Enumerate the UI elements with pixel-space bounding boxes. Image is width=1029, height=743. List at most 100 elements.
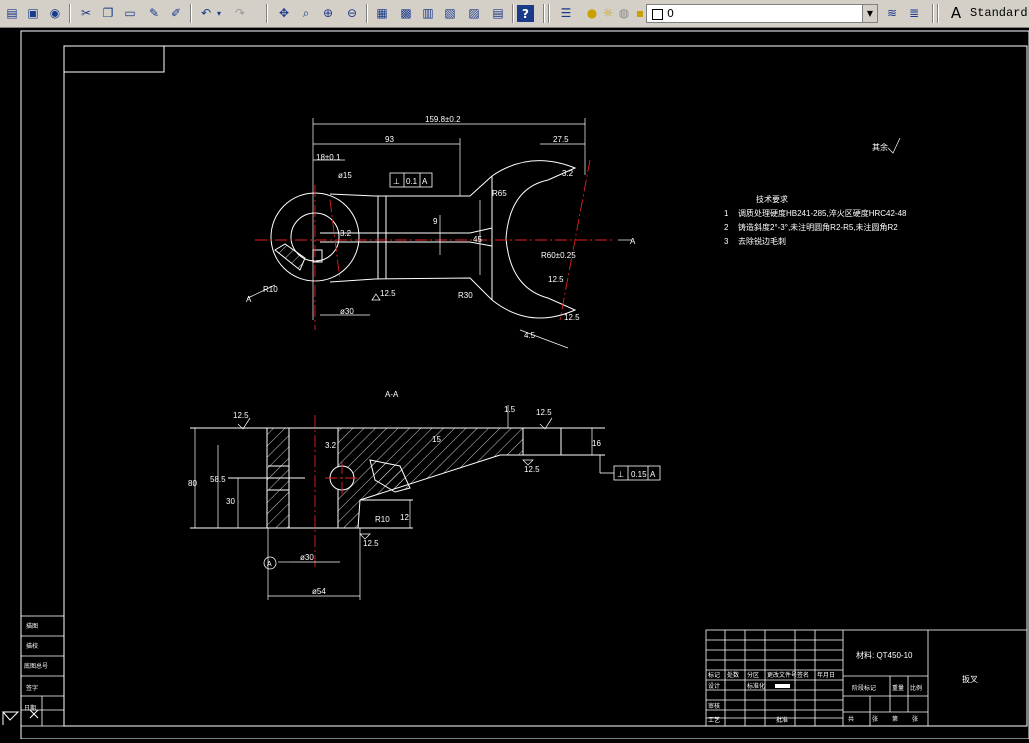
toolbar-separator (932, 4, 934, 23)
dim-label: R10 (375, 515, 390, 524)
brush-icon[interactable]: ✐ (166, 3, 186, 23)
dim-label: 30 (226, 497, 235, 506)
datum-label: A (422, 177, 428, 186)
tb-cell: 审核 (708, 702, 720, 710)
tol-value: 0.1 (406, 177, 418, 186)
undo-dropdown-icon[interactable]: ▾ (214, 3, 224, 23)
rough-label: 12.5 (363, 539, 379, 548)
layer-name: 0 (667, 7, 674, 20)
rough-label: 3.2 (562, 169, 574, 178)
tb-cell: 标记 (708, 671, 720, 679)
sheet-set-icon[interactable]: ▧ (440, 3, 460, 23)
calculator-icon[interactable]: ▤ (488, 3, 508, 23)
dim-label: 58.5 (210, 475, 226, 484)
note-number: 1 (724, 209, 729, 218)
tb-cell: 更改文件号 (767, 671, 797, 679)
dim-label: 27.5 (553, 135, 569, 144)
toolbar-grip (937, 4, 939, 23)
tb-cell: 标准化 (747, 682, 765, 690)
text-style-dropdown[interactable]: Standard (970, 6, 1028, 20)
zoom-previous-icon[interactable]: ⊖ (342, 3, 362, 23)
dim-label: R65 (492, 189, 507, 198)
tb-cell: 阶段标记 (852, 684, 876, 692)
datum-label: A (650, 470, 656, 479)
text-style-icon[interactable]: A (946, 3, 966, 23)
dim-label: 15 (432, 435, 441, 444)
title-block-mark (775, 684, 790, 688)
undo-icon[interactable]: ↶ (196, 3, 216, 23)
layer-previous-icon[interactable]: ≣ (904, 3, 924, 23)
cut-icon[interactable]: ✂ (76, 3, 96, 23)
open-file-icon[interactable]: ▣ (23, 3, 43, 23)
tb-cell: 分区 (747, 671, 759, 679)
layer-manager-icon[interactable]: ☰ (556, 3, 576, 23)
perp-symbol: ⊥ (393, 177, 400, 186)
datum-bubble-label: A (267, 561, 272, 568)
rough-label: 12.5 (548, 275, 564, 284)
pan-icon[interactable]: ✥ (274, 3, 294, 23)
rough-label: 12.5 (380, 289, 396, 298)
side-label: 描校 (26, 642, 38, 650)
layer-color-swatch (652, 9, 663, 20)
side-label: 描图 (26, 622, 38, 630)
note-text: 去除锐边毛刺 (738, 236, 786, 246)
note-number: 2 (724, 223, 729, 232)
help-icon[interactable]: ? (517, 5, 534, 22)
tb-cell: 张 (912, 715, 918, 723)
make-current-layer-icon[interactable]: ≋ (882, 3, 902, 23)
markup-icon[interactable]: ▨ (464, 3, 484, 23)
save-icon[interactable]: ◉ (45, 3, 65, 23)
side-label: 底图总号 (24, 662, 48, 670)
design-center-icon[interactable]: ▩ (396, 3, 416, 23)
note-number: 3 (724, 237, 729, 246)
rough-label: 12.5 (536, 408, 552, 417)
section-title: A-A (385, 390, 399, 399)
paste-icon[interactable]: ▭ (120, 3, 140, 23)
tb-cell: 共 (848, 715, 854, 723)
dim-label: 93 (385, 135, 394, 144)
chevron-down-icon[interactable]: ▼ (862, 5, 877, 22)
properties-icon[interactable]: ▦ (372, 3, 392, 23)
dim-label: ø30 (300, 553, 314, 562)
notes-heading: 技术要求 (756, 194, 788, 204)
dim-label: 16 (592, 439, 601, 448)
dim-label: R10 (263, 285, 278, 294)
tb-cell: 年月日 (817, 671, 835, 679)
match-properties-icon[interactable]: ✎ (144, 3, 164, 23)
zoom-window-icon[interactable]: ⊕ (318, 3, 338, 23)
tb-cell: 签名 (797, 671, 809, 679)
toolbar-separator (543, 4, 545, 23)
tb-cell: 第 (892, 715, 898, 723)
section-label: A (630, 237, 636, 246)
toolbar-separator (69, 4, 71, 23)
dim-label: 9 (433, 217, 438, 226)
dim-label: 80 (188, 479, 197, 488)
drawing-canvas[interactable]: 描图 描校 底图总号 签字 日期 159.8±0.2 93 27.5 18±0.… (0, 28, 1029, 740)
new-file-icon[interactable]: ▤ (2, 3, 22, 23)
dim-label: ø54 (312, 587, 326, 596)
copy-icon[interactable]: ❐ (98, 3, 118, 23)
tool-palettes-icon[interactable]: ▥ (418, 3, 438, 23)
tb-cell: 工艺 (708, 716, 720, 724)
dim-label: ø15 (338, 171, 352, 180)
tb-cell: 处数 (727, 671, 739, 679)
section-tolerance-frame (263, 455, 661, 570)
toolbar-separator (266, 4, 268, 23)
dim-label: 4.5 (524, 331, 536, 340)
standard-toolbar: ▤ ▣ ◉ ✂ ❐ ▭ ✎ ✐ ↶ ▾ ↷ ✥ ⌕ ⊕ ⊖ ▦ ▩ ▥ ▧ ▨ … (0, 0, 1029, 28)
tb-cell: 设计 (708, 682, 720, 690)
dim-label: ø30 (340, 307, 354, 316)
dim-label: R30 (458, 291, 473, 300)
perp-symbol: ⊥ (617, 470, 624, 479)
drawing-svg: 描图 描校 底图总号 签字 日期 159.8±0.2 93 27.5 18±0.… (1, 30, 1029, 740)
tb-cell: 批准 (776, 716, 788, 724)
dim-label: R60±0.25 (541, 251, 576, 260)
section-label: A (246, 295, 252, 304)
dim-label: 1.5 (504, 405, 516, 414)
layer-dropdown[interactable]: 0 ▼ (646, 4, 878, 23)
zoom-realtime-icon[interactable]: ⌕ (296, 3, 316, 23)
redo-icon[interactable]: ↷ (230, 3, 250, 23)
rough-label: 12.5 (564, 313, 580, 322)
tb-cell: 比例 (910, 684, 922, 692)
toolbar-separator (366, 4, 368, 23)
